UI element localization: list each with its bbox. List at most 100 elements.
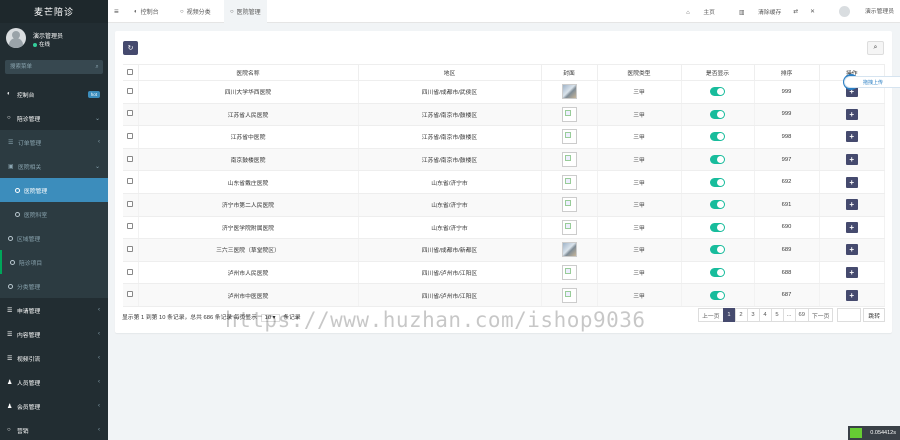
sidebar-item-5[interactable]: 医院科室 <box>0 202 108 226</box>
sidebar-item-11[interactable]: ☰ 视频引流 ‹ <box>0 346 108 370</box>
cover-thumbnail[interactable] <box>561 242 577 258</box>
column-header-region[interactable]: 地区 <box>358 64 542 81</box>
action-button[interactable]: + <box>845 199 858 211</box>
visible-toggle[interactable] <box>710 245 725 255</box>
visible-cell <box>681 148 755 172</box>
row-checkbox[interactable] <box>127 178 134 185</box>
visible-toggle[interactable] <box>710 87 725 97</box>
row-checkbox[interactable] <box>127 268 134 275</box>
user-icon: ♟ <box>7 379 13 386</box>
search-icon[interactable]: ⌕ <box>91 64 103 71</box>
avatar <box>839 6 850 17</box>
row-checkbox[interactable] <box>127 155 134 162</box>
tab-dashboard[interactable]: ◐ 控制台 <box>128 0 165 23</box>
column-header-visible[interactable]: 是否显示 <box>681 64 755 81</box>
row-checkbox[interactable] <box>127 223 134 230</box>
cover-thumbnail[interactable] <box>561 152 577 168</box>
cover-thumbnail[interactable] <box>561 287 577 303</box>
circle-icon <box>15 187 20 193</box>
page-jump-button[interactable]: 跳转 <box>863 308 885 322</box>
cover-cell <box>541 283 598 307</box>
visible-toggle[interactable] <box>710 109 725 119</box>
list-icon: ☰ <box>7 307 13 314</box>
action-button[interactable]: + <box>845 289 858 301</box>
admin-menu[interactable]: 演示管理员 <box>827 6 894 17</box>
cover-thumbnail[interactable] <box>561 197 577 213</box>
hamburger-icon[interactable]: ≡ <box>114 7 119 16</box>
debug-timer[interactable]: 0.054412s <box>848 426 900 440</box>
visible-toggle[interactable] <box>710 290 725 300</box>
page-jump-input[interactable] <box>837 308 862 322</box>
action-button[interactable]: + <box>845 154 858 166</box>
column-header-name[interactable]: 医院名称 <box>138 64 359 81</box>
visible-toggle[interactable] <box>710 200 725 210</box>
actions-cell: + <box>819 238 885 262</box>
select-all-checkbox[interactable] <box>127 68 134 75</box>
sidebar-item-13[interactable]: ♟ 会员管理 ‹ <box>0 394 108 418</box>
sidebar-item-14[interactable]: ○ 营销 ‹ <box>0 418 108 440</box>
cover-thumbnail[interactable] <box>561 265 577 281</box>
cover-thumbnail[interactable] <box>561 129 577 145</box>
next-page-button[interactable]: 下一页 <box>807 308 834 322</box>
drag-upload-button[interactable]: 拖拽上传 <box>844 76 900 88</box>
action-button[interactable]: + <box>845 176 858 188</box>
fullscreen-icon[interactable]: ✕ <box>810 9 815 15</box>
sidebar-search-input[interactable] <box>5 60 91 74</box>
chevron-icon: ‹ <box>98 139 100 145</box>
actions-cell: + <box>819 103 885 127</box>
action-button[interactable]: + <box>845 108 858 120</box>
circle-icon: ○ <box>7 427 11 433</box>
user-name: 演示管理员 <box>33 34 64 40</box>
home-link[interactable]: ⌂ 主页 <box>674 7 715 16</box>
row-checkbox[interactable] <box>127 245 134 252</box>
translate-icon[interactable]: ⇄ <box>793 9 798 15</box>
visible-toggle[interactable] <box>710 177 725 187</box>
action-button[interactable]: + <box>845 267 858 279</box>
sidebar-item-12[interactable]: ♟ 人员管理 ‹ <box>0 370 108 394</box>
search-toggle-button[interactable]: ⌕ <box>867 41 884 55</box>
row-checkbox[interactable] <box>127 87 134 94</box>
action-button[interactable]: + <box>845 244 858 256</box>
sidebar-item-9[interactable]: ☰ 申请管理 ‹ <box>0 298 108 322</box>
sidebar-item-3[interactable]: ▣ 医院相关 ⌄ <box>0 154 108 178</box>
sidebar-item-7[interactable]: 陪诊项目 <box>0 250 108 274</box>
column-header-type[interactable]: 医院类型 <box>597 64 682 81</box>
cover-thumbnail[interactable] <box>561 219 577 235</box>
table-row: 江苏省人民医院 江苏省/南京市/鼓楼区 三甲 999 + <box>123 103 885 127</box>
page-button[interactable]: 69 <box>794 308 809 322</box>
hospital-type: 三甲 <box>597 80 682 104</box>
search-icon: ⌕ <box>873 44 878 51</box>
cover-thumbnail[interactable] <box>561 84 577 100</box>
row-checkbox[interactable] <box>127 132 134 139</box>
circle-icon <box>10 259 15 265</box>
visible-toggle[interactable] <box>710 132 725 142</box>
tab-video-category[interactable]: ○ 视频分类 <box>174 0 217 23</box>
visible-toggle[interactable] <box>710 222 725 232</box>
visible-toggle[interactable] <box>710 155 725 165</box>
sidebar-item-4[interactable]: 医院管理 <box>0 178 108 202</box>
sidebar-item-1[interactable]: ○ 陪诊管理 ⌄ <box>0 106 108 130</box>
cover-cell <box>541 216 598 240</box>
action-button[interactable]: + <box>845 131 858 143</box>
visible-toggle[interactable] <box>710 268 725 278</box>
refresh-button[interactable]: ↻ <box>123 41 138 55</box>
action-button[interactable]: + <box>845 221 858 233</box>
cover-thumbnail[interactable] <box>561 106 577 122</box>
sidebar-item-10[interactable]: ☰ 内容管理 ‹ <box>0 322 108 346</box>
column-header-sort[interactable]: 排序 <box>754 64 820 81</box>
clear-cache-button[interactable]: ▥ 清除缓存 <box>727 7 781 16</box>
sidebar-item-2[interactable]: ☰ 订单管理 ‹ <box>0 130 108 154</box>
row-checkbox[interactable] <box>127 110 134 117</box>
brand-logo[interactable]: 麦芒陪诊 <box>0 0 108 23</box>
sidebar-item-8[interactable]: 分类管理 <box>0 274 108 298</box>
cover-thumbnail[interactable] <box>561 174 577 190</box>
prev-page-button[interactable]: 上一页 <box>698 308 724 322</box>
cover-cell <box>541 148 598 172</box>
sidebar-item-6[interactable]: 区域管理 <box>0 226 108 250</box>
row-checkbox[interactable] <box>127 200 134 207</box>
column-header-cover[interactable]: 封面 <box>541 64 598 81</box>
tab-hospital-management[interactable]: ○ 医院管理 <box>224 0 267 23</box>
sidebar-item-0[interactable]: ◐ 控制台 hot <box>0 82 108 106</box>
hot-badge: hot <box>87 91 100 98</box>
row-checkbox[interactable] <box>127 291 134 298</box>
